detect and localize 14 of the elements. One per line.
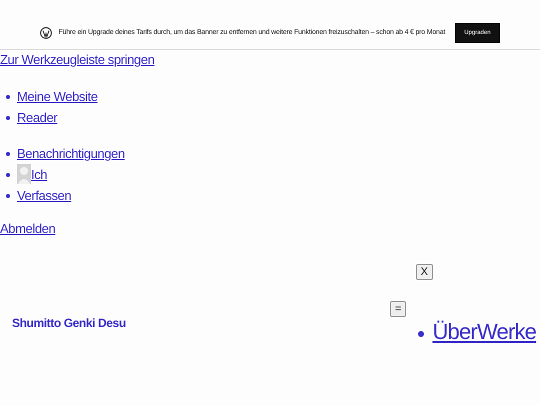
- profile-link[interactable]: Ich: [31, 164, 48, 185]
- nav-link[interactable]: Über: [432, 319, 477, 344]
- wordpress-logo-icon: [40, 26, 52, 38]
- menu-button[interactable]: =: [390, 301, 406, 317]
- toolbar-link[interactable]: Reader: [17, 107, 58, 128]
- avatar-icon: [17, 164, 31, 184]
- site-title: Shumitto Genki Desu: [12, 316, 127, 330]
- close-button[interactable]: X: [416, 264, 433, 280]
- toolbar-link[interactable]: Meine Website: [17, 86, 98, 107]
- skip-link[interactable]: Zur Werkzeugleiste springen: [0, 52, 154, 67]
- nav-link[interactable]: Werke: [476, 319, 536, 344]
- toolbar-link[interactable]: Verfassen: [17, 185, 72, 206]
- logout-link[interactable]: Abmelden: [0, 221, 56, 236]
- toolbar-link[interactable]: Benachrichtigungen: [17, 143, 125, 164]
